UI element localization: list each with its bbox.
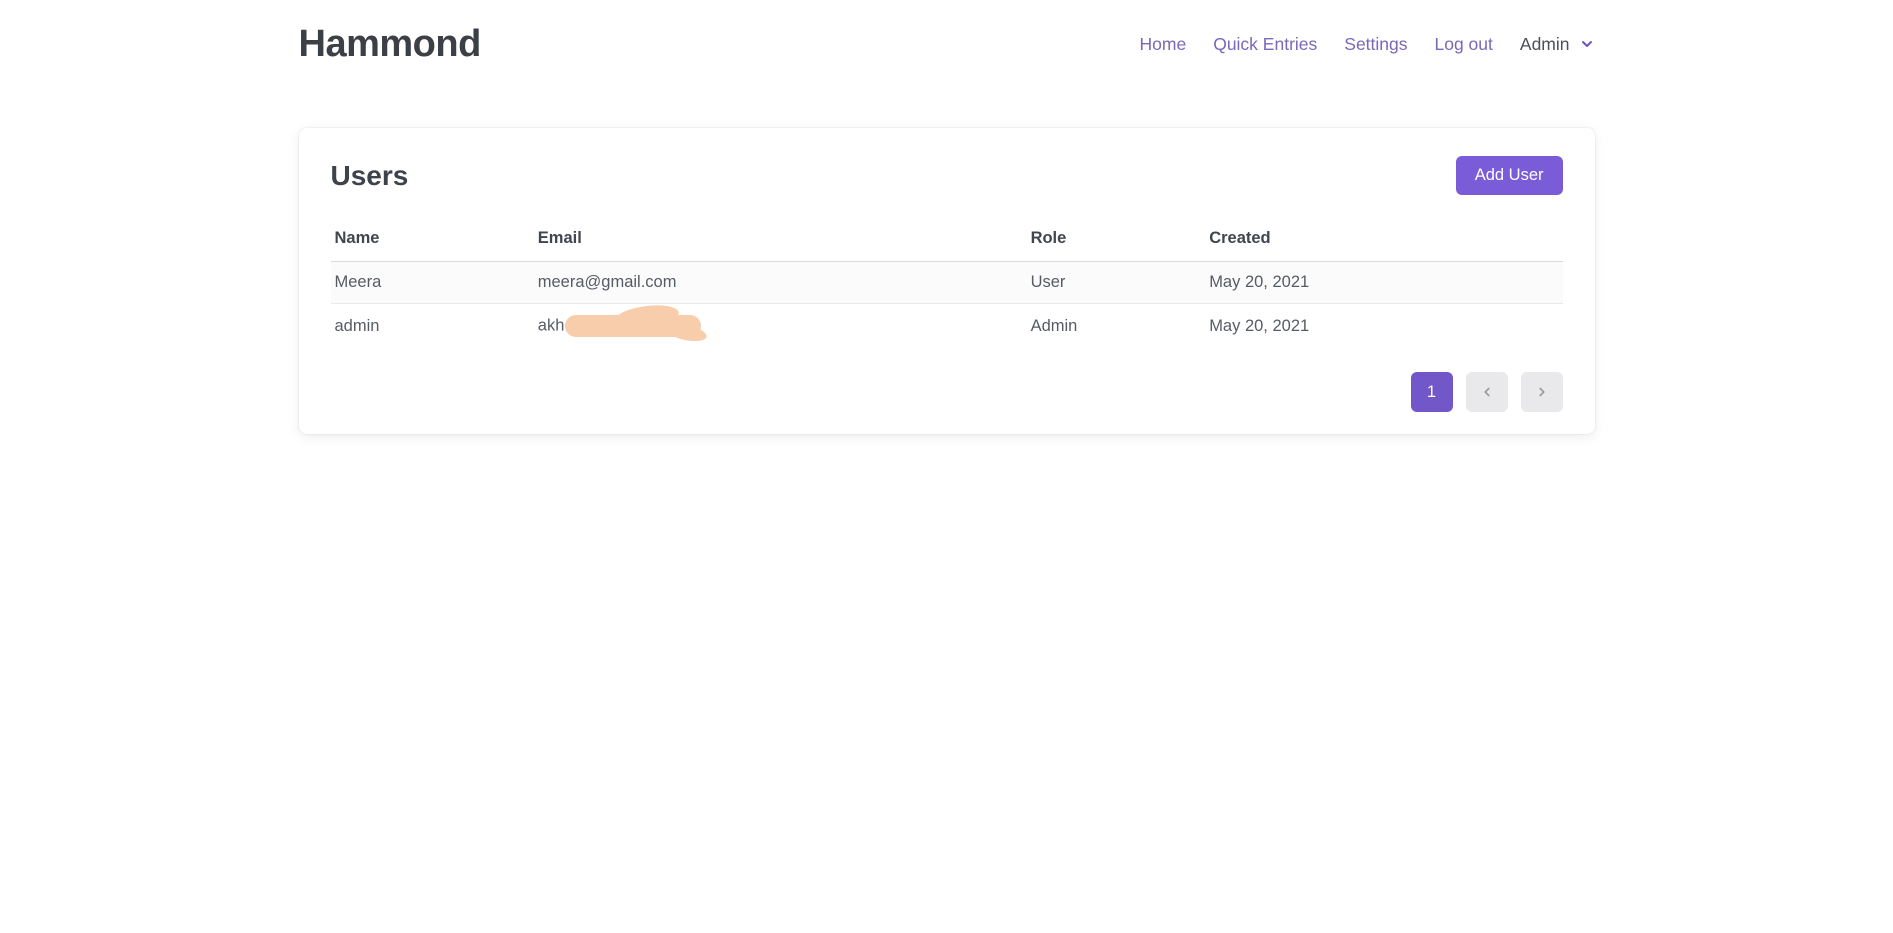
users-card-header: Users Add User <box>331 156 1563 195</box>
cell-role: Admin <box>1027 304 1206 349</box>
column-header-email: Email <box>534 223 1027 262</box>
table-header-row: Name Email Role Created <box>331 223 1563 262</box>
nav-item-quick-entries[interactable]: Quick Entries <box>1213 34 1317 55</box>
pagination-next-button[interactable] <box>1521 372 1563 412</box>
user-menu-label: Admin <box>1520 34 1570 55</box>
user-menu-dropdown[interactable]: Admin <box>1520 34 1595 55</box>
cell-created: May 20, 2021 <box>1205 304 1562 349</box>
table-row: Meera meera@gmail.com User May 20, 2021 <box>331 262 1563 304</box>
cell-email: akh <box>534 304 1027 349</box>
cell-email: meera@gmail.com <box>534 262 1027 304</box>
site-header: Hammond Home Quick Entries Settings Log … <box>299 0 1595 70</box>
page-title: Users <box>331 160 409 192</box>
nav-item-logout[interactable]: Log out <box>1435 34 1493 55</box>
pagination-page-1-button[interactable]: 1 <box>1411 372 1453 412</box>
chevron-left-icon <box>1480 385 1494 399</box>
add-user-button[interactable]: Add User <box>1456 156 1563 195</box>
cell-name: Meera <box>331 262 534 304</box>
users-table-body: Meera meera@gmail.com User May 20, 2021 … <box>331 262 1563 349</box>
email-visible-text: akh <box>538 316 565 334</box>
column-header-name: Name <box>331 223 534 262</box>
cell-created: May 20, 2021 <box>1205 262 1562 304</box>
column-header-created: Created <box>1205 223 1562 262</box>
pagination: 1 <box>331 372 1563 412</box>
column-header-role: Role <box>1027 223 1206 262</box>
nav-item-home[interactable]: Home <box>1140 34 1187 55</box>
users-table-head: Name Email Role Created <box>331 223 1563 262</box>
users-card: Users Add User Name Email Role Created M… <box>299 128 1595 434</box>
redaction-scribble <box>565 315 701 337</box>
cell-role: User <box>1027 262 1206 304</box>
brand-logo[interactable]: Hammond <box>299 23 481 66</box>
nav-item-settings[interactable]: Settings <box>1344 34 1407 55</box>
main-nav: Home Quick Entries Settings Log out Admi… <box>1140 34 1595 55</box>
table-row: admin akh Admin May 20, 2021 <box>331 304 1563 349</box>
users-table: Name Email Role Created Meera meera@gmai… <box>331 223 1563 348</box>
chevron-down-icon <box>1579 36 1595 52</box>
page-container: Hammond Home Quick Entries Settings Log … <box>297 0 1597 434</box>
pagination-prev-button[interactable] <box>1466 372 1508 412</box>
chevron-right-icon <box>1535 385 1549 399</box>
cell-name: admin <box>331 304 534 349</box>
